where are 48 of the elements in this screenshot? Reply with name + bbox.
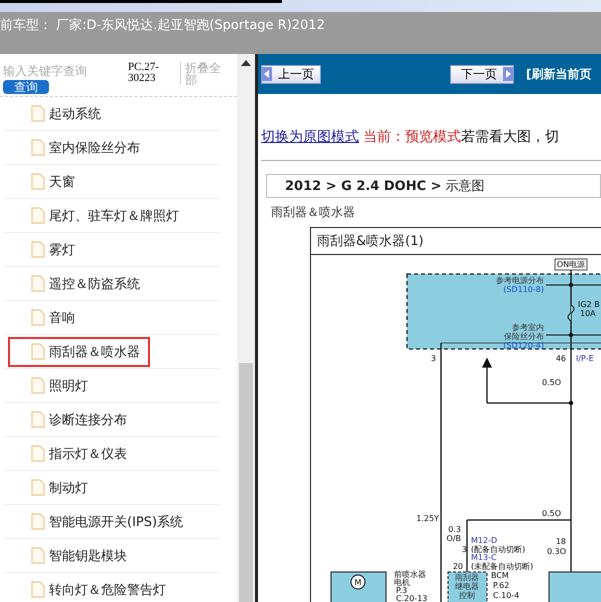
diagram-title: 雨刮器&喷水器(1) bbox=[311, 228, 601, 255]
tree-item[interactable]: 雨刮器＆喷水器 bbox=[8, 336, 150, 366]
document-icon bbox=[31, 207, 45, 224]
tree-item[interactable]: 照明灯 bbox=[8, 370, 98, 400]
right-arrow-icon bbox=[503, 67, 513, 81]
document-icon bbox=[31, 513, 45, 530]
tree-item[interactable]: 起动系统 bbox=[8, 98, 111, 128]
document-icon bbox=[31, 479, 45, 496]
document-icon bbox=[31, 139, 45, 156]
document-icon bbox=[31, 445, 45, 462]
next-page-button[interactable]: 下一页 bbox=[450, 64, 514, 84]
tree-item[interactable]: 音响 bbox=[8, 302, 85, 332]
tree-item[interactable]: 指示灯＆仪表 bbox=[8, 438, 137, 468]
tree-item[interactable]: 制动灯 bbox=[8, 472, 98, 502]
document-icon bbox=[31, 241, 45, 258]
search-button[interactable]: 查询 bbox=[3, 80, 49, 94]
document-icon bbox=[31, 581, 45, 598]
tree-item[interactable]: 智能钥匙模块 bbox=[8, 540, 137, 570]
wiring-diagram-drawing: ON电源 参考电源分布 (SD110-8) IG2 B 10A 参考室内 保险丝分布 (SD120-4) 3 46 I/P-E 0.5O 0.5O 1.25Y 0.3 O/B M12-D 3 (配备自动切断) M13-C 20 (未配备自动切断) 18 0.3O M 前喷水器 电机 P.3 C.20-13 雨刮器 继电器 控制 BCM P.62 C.10-4 bbox=[311, 255, 601, 602]
left-arrow-icon bbox=[262, 67, 272, 81]
tree-item[interactable]: 室内保险丝分布 bbox=[8, 132, 150, 162]
hint-text: 若需看大图，切 bbox=[461, 129, 559, 145]
document-icon bbox=[31, 343, 45, 360]
scroll-thumb[interactable] bbox=[239, 363, 253, 602]
section-title: 雨刮器＆喷水器 bbox=[271, 204, 356, 221]
document-icon bbox=[31, 173, 45, 190]
document-icon bbox=[31, 411, 45, 428]
scroll-up-icon[interactable] bbox=[241, 60, 251, 66]
document-icon bbox=[31, 377, 45, 394]
current-mode-label: 当前：预览模式 bbox=[363, 129, 461, 145]
vehicle-title: 前车型： 厂家:D-东风悦达.起亚智跑(Sportage R)2012 bbox=[0, 18, 325, 33]
tree-item[interactable]: 智能电源开关(IPS)系统 bbox=[8, 506, 194, 536]
document-icon bbox=[31, 547, 45, 564]
previous-page-button[interactable]: 上一页 bbox=[261, 64, 321, 84]
breadcrumb: 2012 > G 2.4 DOHC > 示意图 bbox=[266, 174, 601, 198]
document-icon bbox=[31, 309, 45, 326]
tree-item[interactable]: 尾灯、驻车灯＆牌照灯 bbox=[8, 200, 189, 230]
switch-mode-link[interactable]: 切换为原图模式 bbox=[261, 129, 359, 145]
tree-item[interactable]: 雾灯 bbox=[8, 234, 85, 264]
code-label: PC.27-30223 bbox=[128, 62, 181, 84]
document-icon bbox=[31, 105, 45, 122]
document-icon bbox=[31, 275, 45, 292]
tree-item[interactable]: 遥控＆防盗系统 bbox=[8, 268, 150, 298]
scrollbar[interactable] bbox=[237, 54, 255, 602]
tree-item[interactable]: 诊断连接分布 bbox=[8, 404, 137, 434]
tree-item[interactable]: 转向灯＆危险警告灯 bbox=[8, 574, 176, 602]
refresh-link[interactable]: [刷新当前页 bbox=[526, 66, 592, 82]
tree-item[interactable]: 天窗 bbox=[8, 166, 85, 196]
